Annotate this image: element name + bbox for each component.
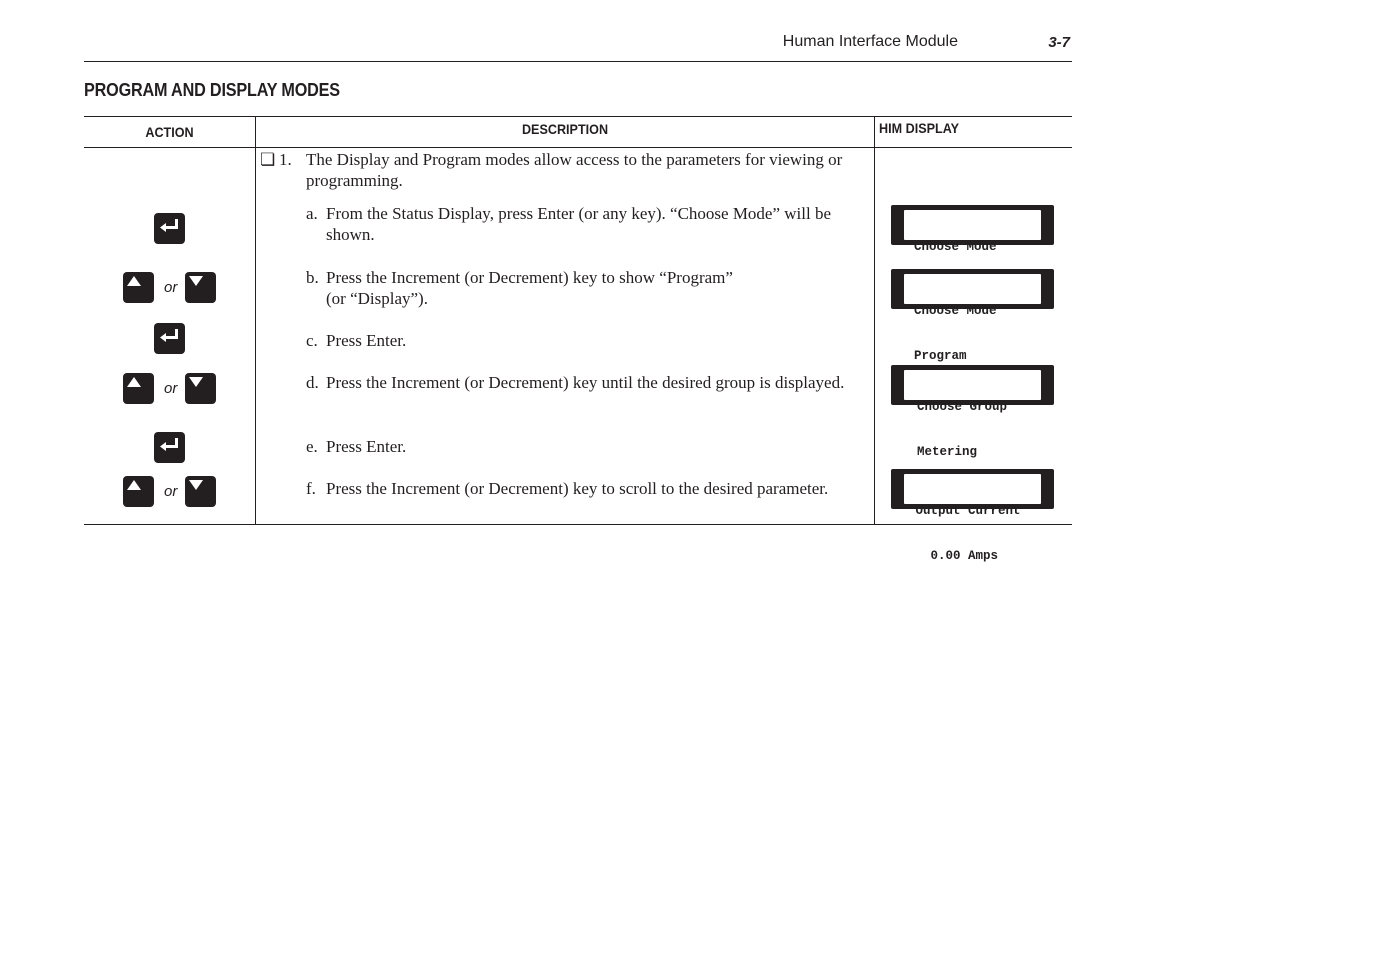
him-lcd-display: Choose Mode Program bbox=[891, 269, 1054, 363]
lcd-screen: Choose Mode Program bbox=[904, 274, 1041, 363]
or-label: or bbox=[164, 483, 178, 500]
lcd-line-1: Choose Mode bbox=[914, 240, 997, 254]
substep-letter: f. bbox=[306, 479, 316, 498]
substep-text: Press Enter. bbox=[326, 331, 407, 350]
page-number: 3-7 bbox=[1048, 34, 1070, 51]
running-head: Human Interface Module 3-7 bbox=[84, 30, 1072, 62]
substep-text: Press Enter. bbox=[326, 437, 407, 456]
chapter-title: Human Interface Module bbox=[782, 33, 958, 50]
lcd-screen: Output Current 0.00 Amps bbox=[904, 474, 1041, 563]
substep-letter: c. bbox=[306, 331, 318, 350]
lcd-line-2: 0.00 Amps bbox=[908, 549, 999, 563]
increment-key[interactable] bbox=[123, 476, 154, 507]
lcd-line-2: Metering bbox=[917, 445, 978, 459]
substep-text: Press the Increment (or Decrement) key t… bbox=[326, 479, 829, 498]
him-lcd-display: Choose Group Metering bbox=[891, 365, 1054, 459]
enter-arrow-icon bbox=[160, 219, 178, 232]
substep-text: Press the Increment (or Decrement) key u… bbox=[326, 373, 845, 392]
enter-key[interactable] bbox=[154, 432, 185, 463]
lcd-screen: Choose Group Metering bbox=[904, 370, 1041, 459]
section-title: PROGRAM AND DISPLAY MODES bbox=[84, 80, 340, 100]
header-action: ACTION bbox=[145, 124, 194, 140]
or-label: or bbox=[164, 279, 178, 296]
lcd-screen: Choose Mode Display bbox=[904, 210, 1041, 299]
substep-letter: b. bbox=[306, 268, 319, 287]
increment-key[interactable] bbox=[123, 272, 154, 303]
increment-key[interactable] bbox=[123, 373, 154, 404]
enter-key[interactable] bbox=[154, 213, 185, 244]
column-divider bbox=[874, 117, 875, 524]
decrement-key[interactable] bbox=[185, 373, 216, 404]
enter-arrow-icon bbox=[160, 438, 178, 451]
substep-letter: a. bbox=[306, 204, 318, 223]
or-label: or bbox=[164, 380, 178, 397]
substep-letter: e. bbox=[306, 437, 318, 456]
up-arrow-icon bbox=[127, 377, 141, 387]
him-lcd-display: Output Current 0.00 Amps bbox=[891, 469, 1054, 563]
header-description: DESCRIPTION bbox=[521, 121, 609, 137]
lcd-line-2: Program bbox=[914, 349, 967, 363]
down-arrow-icon bbox=[189, 276, 203, 286]
decrement-key[interactable] bbox=[185, 272, 216, 303]
up-arrow-icon bbox=[127, 276, 141, 286]
substep-text: From the Status Display, press Enter (or… bbox=[326, 204, 832, 244]
enter-key[interactable] bbox=[154, 323, 185, 354]
him-lcd-display: Choose Mode Display bbox=[891, 205, 1054, 299]
lcd-line-1: Output Current bbox=[908, 504, 1021, 518]
checkbox-icon[interactable]: ❏ bbox=[260, 149, 275, 170]
lcd-line-1: Choose Mode bbox=[914, 304, 997, 318]
substep-letter: d. bbox=[306, 373, 319, 392]
step-text: The Display and Program modes allow acce… bbox=[306, 150, 843, 190]
down-arrow-icon bbox=[189, 480, 203, 490]
step-number: 1. bbox=[279, 150, 292, 169]
up-arrow-icon bbox=[127, 480, 141, 490]
enter-arrow-icon bbox=[160, 329, 178, 342]
substep-text: Press the Increment (or Decrement) key t… bbox=[326, 268, 733, 308]
lcd-line-1: Choose Group bbox=[917, 400, 1008, 414]
decrement-key[interactable] bbox=[185, 476, 216, 507]
header-him-display: HIM DISPLAY bbox=[879, 120, 960, 136]
column-divider bbox=[255, 117, 256, 524]
header-rule bbox=[84, 147, 1072, 148]
down-arrow-icon bbox=[189, 377, 203, 387]
